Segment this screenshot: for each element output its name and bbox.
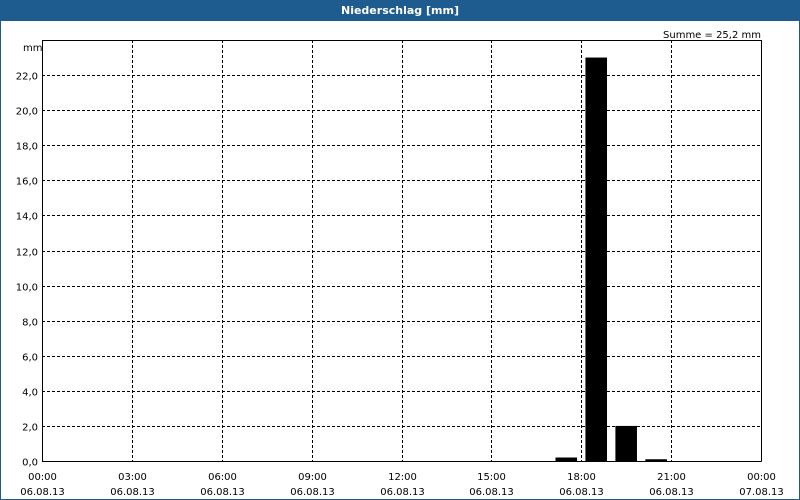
x-tick-date-label: 07.08.13 <box>739 487 784 498</box>
x-tick-time-label: 12:00 <box>388 472 417 483</box>
x-tick-date-label: 06.08.13 <box>200 487 245 498</box>
x-tick-time-label: 00:00 <box>28 472 57 483</box>
y-tick-label: 16,0 <box>16 177 38 188</box>
y-tick-label: 22,0 <box>16 72 38 83</box>
bar-series <box>555 57 667 462</box>
x-tick-time-label: 21:00 <box>657 472 686 483</box>
x-tick-labels: 00:00 06.08.13 03:00 06.08.13 06:00 06.08.13 0… <box>20 472 784 498</box>
x-tick-date-label: 06.08.13 <box>290 487 335 498</box>
y-tick-label: 4,0 <box>22 388 38 399</box>
chart-window: Niederschlag [mm] mm Summe = 25,2 mm 0,0… <box>0 0 800 500</box>
y-tick-label: 14,0 <box>16 212 38 223</box>
x-tick-time-label: 00:00 <box>747 472 776 483</box>
y-tick-label: 6,0 <box>22 353 38 364</box>
x-tick-time-label: 18:00 <box>567 472 596 483</box>
x-tick-date-label: 06.08.13 <box>110 487 155 498</box>
precipitation-bar <box>645 459 667 461</box>
axes <box>42 40 762 462</box>
x-tick-date-label: 06.08.13 <box>380 487 425 498</box>
y-tick-label: 2,0 <box>22 423 38 434</box>
y-tick-label: 20,0 <box>16 107 38 118</box>
y-tick-label: 18,0 <box>16 142 38 153</box>
x-tick-date-label: 06.08.13 <box>559 487 604 498</box>
precipitation-chart: mm Summe = 25,2 mm 0,0 2,0 4,0 6,0 8,0 10,0 12… <box>16 30 784 498</box>
y-tick-label: 8,0 <box>22 318 38 329</box>
y-tick-label: 10,0 <box>16 283 38 294</box>
precipitation-bar <box>585 57 608 462</box>
x-tick-time-label: 03:00 <box>118 472 147 483</box>
x-tick-date-label: 06.08.13 <box>20 487 65 498</box>
x-tick-date-label: 06.08.13 <box>649 487 694 498</box>
x-tick-time-label: 09:00 <box>298 472 327 483</box>
precipitation-bar <box>555 457 578 461</box>
y-axis-label: mm <box>23 43 42 54</box>
y-tick-label: 0,0 <box>22 458 38 469</box>
y-tick-label: 12,0 <box>16 248 38 259</box>
precipitation-bar <box>615 425 637 461</box>
grid-lines <box>42 40 761 461</box>
x-tick-date-label: 06.08.13 <box>469 487 514 498</box>
y-tick-labels: 0,0 2,0 4,0 6,0 8,0 10,0 12,0 14,0 16,0 18,0 20,0 2… <box>16 72 38 469</box>
x-tick-time-label: 06:00 <box>208 472 237 483</box>
x-tick-time-label: 15:00 <box>477 472 506 483</box>
sum-annotation: Summe = 25,2 mm <box>663 30 761 41</box>
